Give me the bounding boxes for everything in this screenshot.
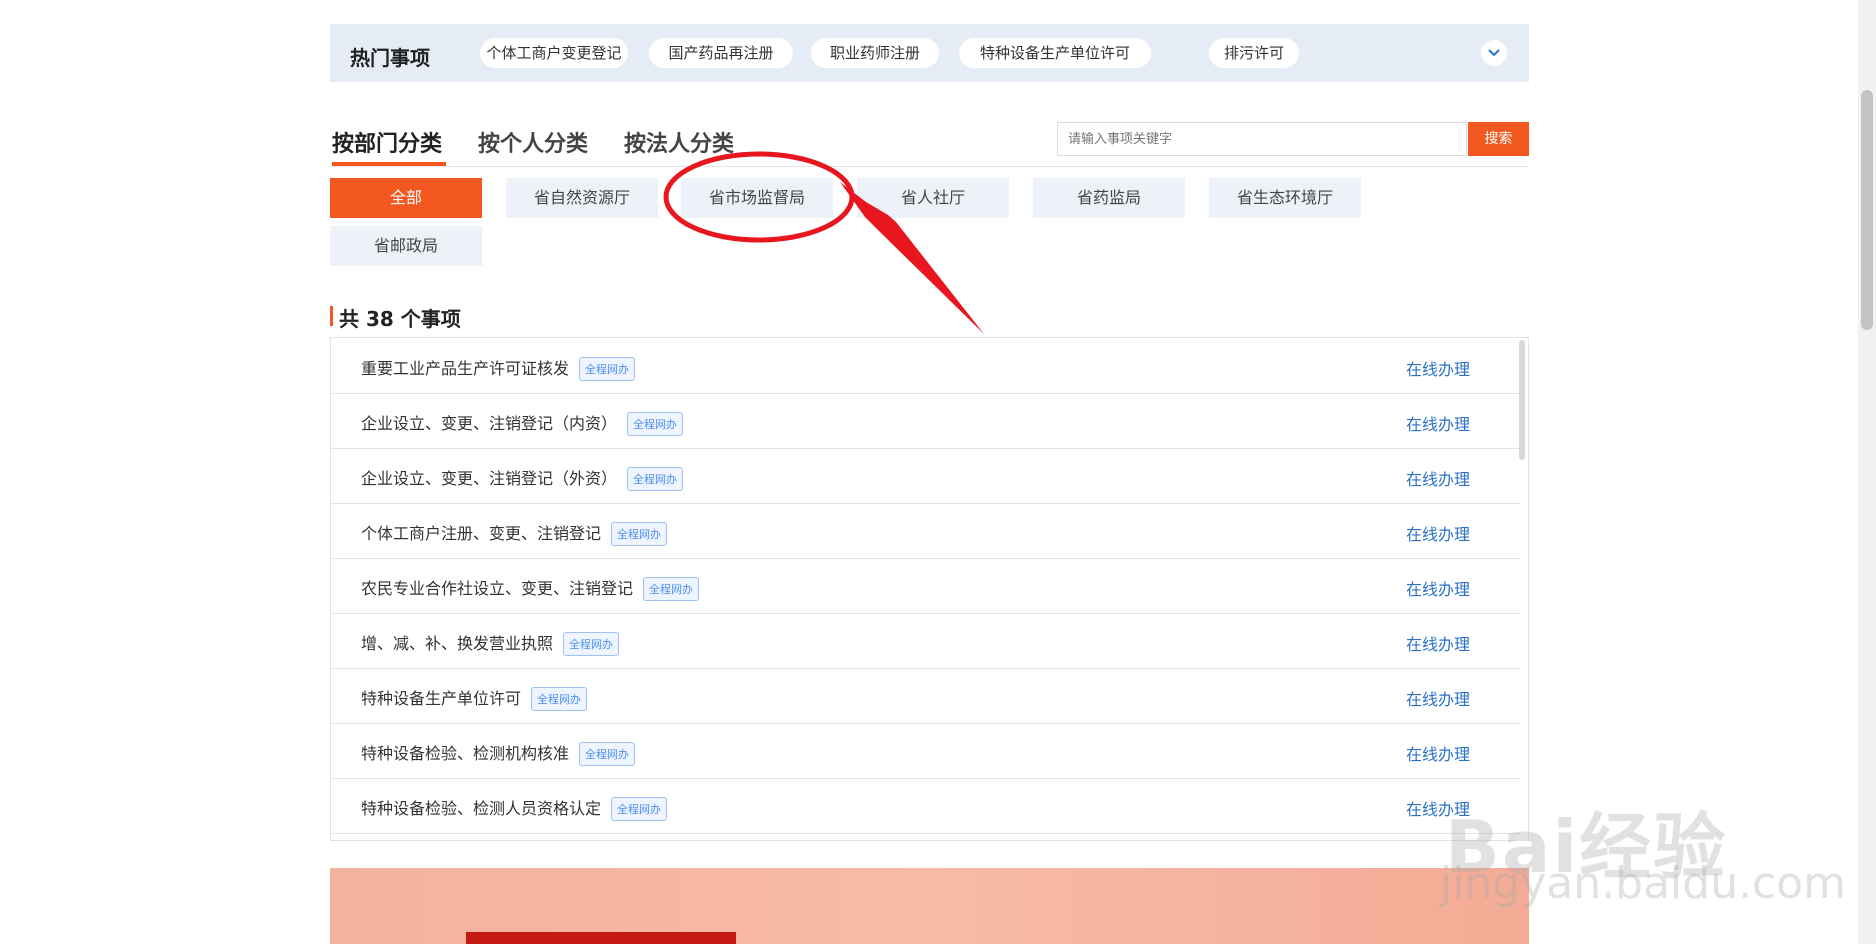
dept-market-supervision[interactable]: 省市场监督局	[681, 178, 833, 218]
hot-chip[interactable]: 国产药品再注册	[649, 38, 793, 68]
online-handle-link[interactable]: 在线办理	[1406, 466, 1470, 490]
online-handle-link[interactable]: 在线办理	[1406, 741, 1470, 765]
count-accent-bar	[330, 306, 333, 326]
dept-postal[interactable]: 省邮政局	[330, 226, 482, 266]
item-title: 企业设立、变更、注销登记（外资）	[361, 469, 618, 488]
items-count: 共 38 个事项	[339, 307, 461, 331]
list-item: 重要工业产品生产许可证核发 全程网办 在线办理	[331, 338, 1521, 394]
search-button[interactable]: 搜索	[1468, 122, 1529, 156]
online-badge: 全程网办	[579, 741, 636, 766]
dept-natural-resources[interactable]: 省自然资源厅	[506, 178, 658, 218]
chevron-down-icon	[1488, 49, 1500, 57]
hot-topics-title: 热门事项	[350, 46, 430, 70]
online-badge: 全程网办	[531, 686, 588, 711]
tab-by-legal-entity[interactable]: 按法人分类	[624, 126, 734, 158]
list-item: 农民专业合作社设立、变更、注销登记 全程网办 在线办理	[331, 558, 1521, 614]
expand-chevron-button[interactable]	[1481, 40, 1507, 66]
item-title: 个体工商户注册、变更、注销登记	[361, 524, 602, 543]
list-item: 特种设备生产单位许可 全程网办 在线办理	[331, 668, 1521, 724]
online-badge: 全程网办	[643, 576, 700, 601]
watermark-url: jingyan.baidu.com	[1440, 858, 1847, 909]
item-title: 增、减、补、换发营业执照	[361, 634, 554, 653]
page-scrollbar-thumb[interactable]	[1861, 90, 1873, 330]
active-tab-indicator	[332, 162, 446, 166]
online-badge: 全程网办	[611, 521, 668, 546]
dept-ecology-environment[interactable]: 省生态环境厅	[1209, 178, 1361, 218]
online-handle-link[interactable]: 在线办理	[1406, 521, 1470, 545]
online-handle-link[interactable]: 在线办理	[1406, 686, 1470, 710]
item-title: 特种设备检验、检测机构核准	[361, 744, 570, 763]
item-title: 特种设备生产单位许可	[361, 689, 522, 708]
list-item: 特种设备检验、检测人员资格认定 全程网办 在线办理	[331, 778, 1521, 834]
item-list: 重要工业产品生产许可证核发 全程网办 在线办理 企业设立、变更、注销登记（内资）全…	[330, 337, 1529, 841]
banner-tag	[466, 932, 736, 944]
list-item: 增、减、补、换发营业执照 全程网办 在线办理	[331, 613, 1521, 669]
item-title: 特种设备检验、检测人员资格认定	[361, 799, 602, 818]
list-item: 企业设立、变更、注销登记（内资） 全程网办 在线办理	[331, 393, 1521, 449]
hot-chip[interactable]: 个体工商户变更登记	[480, 38, 628, 68]
tab-by-department[interactable]: 按部门分类	[332, 126, 442, 158]
dept-drug-administration[interactable]: 省药监局	[1033, 178, 1185, 218]
promo-banner[interactable]	[330, 868, 1529, 944]
item-title: 企业设立、变更、注销登记（内资）	[361, 414, 618, 433]
list-scrollbar[interactable]	[1519, 340, 1525, 460]
tab-by-individual[interactable]: 按个人分类	[478, 126, 588, 158]
item-title: 重要工业产品生产许可证核发	[361, 359, 570, 378]
online-badge: 全程网办	[627, 466, 684, 491]
list-item: 企业设立、变更、注销登记（外资） 全程网办 在线办理	[331, 448, 1521, 504]
online-handle-link[interactable]: 在线办理	[1406, 576, 1470, 600]
online-handle-link[interactable]: 在线办理	[1406, 356, 1470, 380]
list-item: 个体工商户注册、变更、注销登记 全程网办 在线办理	[331, 503, 1521, 559]
online-badge: 全程网办	[611, 796, 668, 821]
online-handle-link[interactable]: 在线办理	[1406, 631, 1470, 655]
online-badge: 全程网办	[563, 631, 620, 656]
list-item: 特种设备检验、检测机构核准 全程网办 在线办理	[331, 723, 1521, 779]
online-handle-link[interactable]: 在线办理	[1406, 411, 1470, 435]
hot-chip[interactable]: 职业药师注册	[811, 38, 939, 68]
dept-all[interactable]: 全部	[330, 178, 482, 218]
online-badge: 全程网办	[579, 356, 636, 381]
dept-human-resources[interactable]: 省人社厅	[857, 178, 1009, 218]
item-title: 农民专业合作社设立、变更、注销登记	[361, 579, 634, 598]
hot-chip[interactable]: 排污许可	[1209, 38, 1299, 68]
hot-chip[interactable]: 特种设备生产单位许可	[959, 38, 1151, 68]
tab-divider	[330, 166, 1529, 167]
search-input[interactable]	[1057, 122, 1467, 156]
online-badge: 全程网办	[627, 411, 684, 436]
hot-topics-bar: 热门事项 个体工商户变更登记 国产药品再注册 职业药师注册 特种设备生产单位许可…	[330, 24, 1529, 82]
